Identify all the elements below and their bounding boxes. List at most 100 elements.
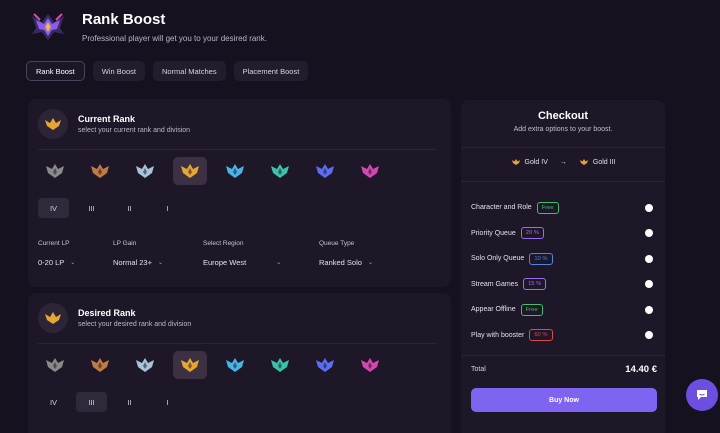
extra-option-label-group: Appear Offline Free bbox=[471, 303, 543, 316]
total-row: Total 14.40 € bbox=[471, 364, 657, 375]
current-emblem-master[interactable] bbox=[353, 157, 387, 185]
current-rank-emblems bbox=[38, 157, 387, 185]
desired-emblem-iron[interactable] bbox=[38, 351, 72, 379]
from-rank-label: Gold IV bbox=[524, 158, 548, 166]
current-emblem-emerald[interactable] bbox=[263, 157, 297, 185]
emerald-rank-icon bbox=[271, 358, 289, 372]
current-rank-heading: Current Rank select your current rank an… bbox=[38, 109, 190, 139]
to-rank: Gold III bbox=[579, 158, 615, 166]
lp-gain-select[interactable]: LP Gain Normal 23+ ⌄ bbox=[113, 240, 203, 267]
desired-emblem-platinum[interactable] bbox=[218, 351, 252, 379]
current-division-4[interactable]: I bbox=[152, 198, 183, 218]
current-lp-select[interactable]: Current LP 0-20 LP ⌄ bbox=[38, 240, 113, 267]
extra-option-price-badge: Free bbox=[536, 201, 559, 214]
current-lp-value: 0-20 LP bbox=[38, 258, 65, 267]
divider bbox=[461, 147, 665, 148]
tab-win-boost[interactable]: Win Boost bbox=[92, 61, 145, 81]
silver-rank-icon bbox=[136, 358, 154, 372]
current-division-selector: IV III II I bbox=[38, 198, 183, 218]
queue-type-value-row: Ranked Solo ⌄ bbox=[319, 258, 409, 267]
current-lp-value-row: 0-20 LP ⌄ bbox=[38, 258, 113, 267]
extra-option-row: Priority Queue 20 % bbox=[471, 221, 653, 247]
desired-rank-panel: Desired Rank select your desired rank an… bbox=[28, 293, 451, 433]
master-rank-icon bbox=[361, 164, 379, 178]
desired-division-selector: IV III II I bbox=[38, 392, 183, 412]
chevron-down-icon: ⌄ bbox=[276, 260, 282, 266]
rank-route: Gold IV → Gold III bbox=[461, 158, 665, 166]
platinum-rank-icon bbox=[226, 358, 244, 372]
extra-options-list: Character and Role Free Priority Queue 20 %… bbox=[471, 195, 653, 348]
current-rank-panel: Current Rank select your current rank an… bbox=[28, 99, 451, 287]
extra-option-row: Character and Role Free bbox=[471, 195, 653, 221]
emerald-rank-icon bbox=[271, 164, 289, 178]
extra-option-toggle[interactable] bbox=[645, 280, 653, 289]
desired-division-1[interactable]: IV bbox=[38, 392, 69, 412]
desired-division-3[interactable]: II bbox=[114, 392, 145, 412]
gold-rank-icon bbox=[181, 358, 199, 372]
desired-rank-badge-icon bbox=[38, 303, 68, 333]
chevron-down-icon: ⌄ bbox=[367, 260, 373, 266]
total-price: 14.40 € bbox=[625, 364, 657, 375]
bronze-rank-icon bbox=[91, 164, 109, 178]
app-logo-icon bbox=[32, 13, 64, 40]
total-label: Total bbox=[471, 366, 486, 373]
queue-type-select[interactable]: Queue Type Ranked Solo ⌄ bbox=[319, 240, 409, 267]
extra-option-row: Play with booster 60 % bbox=[471, 323, 653, 349]
current-emblem-iron[interactable] bbox=[38, 157, 72, 185]
desired-emblem-diamond[interactable] bbox=[308, 351, 342, 379]
extra-option-price-badge: 15 % bbox=[523, 278, 547, 291]
gold-rank-icon bbox=[579, 159, 588, 165]
desired-emblem-bronze[interactable] bbox=[83, 351, 117, 379]
desired-division-4[interactable]: I bbox=[152, 392, 183, 412]
desired-emblem-silver[interactable] bbox=[128, 351, 162, 379]
extra-option-label-group: Character and Role Free bbox=[471, 201, 559, 214]
desired-emblem-emerald[interactable] bbox=[263, 351, 297, 379]
page-title: Rank Boost bbox=[82, 11, 166, 28]
diamond-rank-icon bbox=[316, 358, 334, 372]
extra-option-label: Priority Queue bbox=[471, 229, 516, 237]
current-division-1[interactable]: IV bbox=[38, 198, 69, 218]
extra-option-toggle[interactable] bbox=[645, 229, 653, 238]
extra-option-price-badge: 10 % bbox=[529, 252, 553, 265]
platinum-rank-icon bbox=[226, 164, 244, 178]
extra-option-row: Appear Offline Free bbox=[471, 297, 653, 323]
region-select[interactable]: Select Region Europe West ⌄ bbox=[203, 240, 319, 267]
iron-rank-icon bbox=[46, 164, 64, 178]
buy-now-button[interactable]: Buy Now bbox=[471, 388, 657, 412]
desired-emblem-master[interactable] bbox=[353, 351, 387, 379]
region-value: Europe West bbox=[203, 258, 247, 267]
extra-option-toggle[interactable] bbox=[645, 203, 653, 212]
current-emblem-bronze[interactable] bbox=[83, 157, 117, 185]
extra-option-label-group: Play with booster 60 % bbox=[471, 329, 553, 342]
tab-normal-matches[interactable]: Normal Matches bbox=[152, 61, 226, 81]
extra-option-row: Stream Games 15 % bbox=[471, 272, 653, 298]
lp-gain-value: Normal 23+ bbox=[113, 258, 152, 267]
checkout-subtitle: Add extra options to your boost. bbox=[513, 126, 613, 133]
tab-rank-boost[interactable]: Rank Boost bbox=[26, 61, 85, 81]
current-emblem-diamond[interactable] bbox=[308, 157, 342, 185]
chat-button[interactable] bbox=[686, 379, 718, 411]
current-emblem-silver[interactable] bbox=[128, 157, 162, 185]
lp-gain-label: LP Gain bbox=[113, 240, 137, 247]
master-rank-icon bbox=[361, 358, 379, 372]
current-lp-label: Current LP bbox=[38, 240, 70, 247]
current-division-2[interactable]: III bbox=[76, 198, 107, 218]
current-emblem-platinum[interactable] bbox=[218, 157, 252, 185]
desired-division-2[interactable]: III bbox=[76, 392, 107, 412]
extra-option-label-group: Priority Queue 20 % bbox=[471, 227, 544, 240]
current-emblem-gold[interactable] bbox=[173, 157, 207, 185]
iron-rank-icon bbox=[46, 358, 64, 372]
region-value-row: Europe West ⌄ bbox=[203, 258, 319, 267]
region-label: Select Region bbox=[203, 240, 244, 247]
extra-option-toggle[interactable] bbox=[645, 254, 653, 263]
extra-option-toggle[interactable] bbox=[645, 331, 653, 340]
page-header: Rank Boost Professional player will get … bbox=[28, 6, 267, 46]
tab-placement-boost[interactable]: Placement Boost bbox=[233, 61, 309, 81]
lp-gain-value-row: Normal 23+ ⌄ bbox=[113, 258, 203, 267]
checkout-panel: Checkout Add extra options to your boost… bbox=[461, 100, 665, 433]
service-tabs: Rank Boost Win Boost Normal Matches Plac… bbox=[26, 61, 309, 81]
desired-emblem-gold[interactable] bbox=[173, 351, 207, 379]
current-division-3[interactable]: II bbox=[114, 198, 145, 218]
chevron-down-icon: ⌄ bbox=[70, 260, 76, 266]
extra-option-toggle[interactable] bbox=[645, 305, 653, 314]
